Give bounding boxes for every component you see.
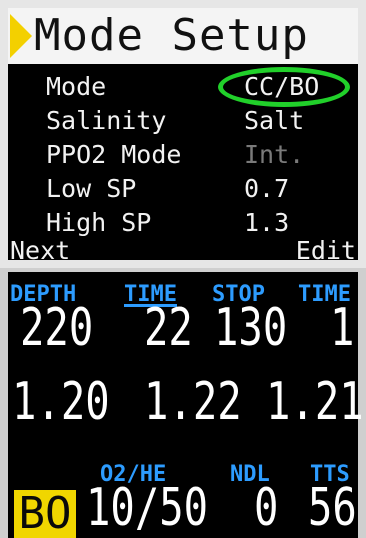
setting-label: PPO2 Mode bbox=[46, 140, 182, 169]
setting-value: 0.7 bbox=[244, 174, 290, 203]
bailout-badge: BO bbox=[14, 490, 76, 538]
ppo2-sensor-3-value: 1.21 bbox=[266, 372, 364, 432]
tts-value: 56 bbox=[308, 478, 357, 538]
depth-value: 220 bbox=[20, 298, 94, 358]
setting-row-salinity[interactable]: Salinity Salt bbox=[8, 104, 358, 138]
setting-value: Salt bbox=[244, 106, 305, 135]
title-bar: Mode Setup bbox=[8, 8, 358, 64]
setting-row-high-sp[interactable]: High SP 1.3 bbox=[8, 206, 358, 240]
next-button[interactable]: Next bbox=[10, 236, 70, 266]
ndl-value: 0 bbox=[254, 478, 279, 538]
setting-row-mode[interactable]: Mode CC/BO bbox=[8, 70, 358, 104]
setting-value: CC/BO bbox=[244, 72, 320, 101]
dive-info-panel: DEPTH TIME STOP TIME 220 22 130 1 1.20 1… bbox=[0, 268, 366, 538]
setting-label: Salinity bbox=[46, 106, 167, 135]
stop-time-value: 1 bbox=[330, 298, 355, 358]
setting-label: Mode bbox=[46, 72, 107, 101]
setting-label: Low SP bbox=[46, 174, 137, 203]
edit-button[interactable]: Edit bbox=[296, 236, 356, 266]
time-value: 22 bbox=[144, 298, 193, 358]
mode-setup-panel: Mode Setup Mode CC/BO Salinity Salt PPO2… bbox=[0, 0, 366, 268]
page-title: Mode Setup bbox=[34, 10, 309, 61]
dive-computer-screen: Mode Setup Mode CC/BO Salinity Salt PPO2… bbox=[0, 0, 366, 538]
ppo2-sensor-1-value: 1.20 bbox=[12, 372, 110, 432]
setting-row-low-sp[interactable]: Low SP 0.7 bbox=[8, 172, 358, 206]
gas-mix-value: 10/50 bbox=[86, 478, 209, 538]
ppo2-sensor-2-value: 1.22 bbox=[144, 372, 242, 432]
setting-row-ppo2-mode[interactable]: PPO2 Mode Int. bbox=[8, 138, 358, 172]
setting-value: Int. bbox=[244, 140, 305, 169]
setting-value: 1.3 bbox=[244, 208, 290, 237]
selection-arrow-icon bbox=[10, 14, 32, 58]
setting-label: High SP bbox=[46, 208, 152, 237]
stop-depth-value: 130 bbox=[214, 298, 288, 358]
